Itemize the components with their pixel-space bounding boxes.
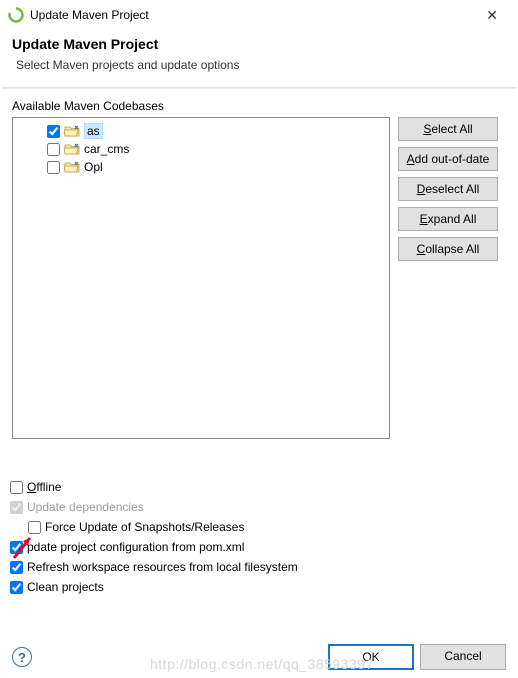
add-out-of-date-button[interactable]: Add out-of-date — [398, 147, 498, 171]
main-content: Available Maven Codebases as car_cms Opl… — [0, 89, 518, 439]
clean-checkbox[interactable] — [10, 581, 23, 594]
project-checkbox-opl[interactable] — [47, 161, 60, 174]
force-update-checkbox-row[interactable]: Force Update of Snapshots/Releases — [10, 517, 506, 537]
project-label: as — [84, 123, 103, 139]
project-label: car_cms — [84, 142, 129, 156]
project-label: Opl — [84, 160, 103, 174]
update-deps-label: Update dependencies — [27, 500, 144, 514]
project-checkbox-car-cms[interactable] — [47, 143, 60, 156]
update-config-checkbox-row[interactable]: pdate project configuration from pom.xml — [10, 537, 506, 557]
update-deps-checkbox — [10, 501, 23, 514]
cancel-button[interactable]: Cancel — [420, 644, 506, 670]
header: Update Maven Project Select Maven projec… — [0, 30, 518, 87]
offline-label: Offline — [27, 480, 61, 494]
help-icon[interactable]: ? — [12, 647, 32, 667]
refresh-label: Refresh workspace resources from local f… — [27, 560, 298, 574]
collapse-all-button[interactable]: Collapse All — [398, 237, 498, 261]
folder-icon — [64, 124, 80, 138]
close-icon[interactable]: ✕ — [476, 5, 508, 26]
deselect-all-button[interactable]: Deselect All — [398, 177, 498, 201]
project-checkbox-as[interactable] — [47, 125, 60, 138]
update-config-label: pdate project configuration from pom.xml — [27, 540, 244, 554]
refresh-checkbox-row[interactable]: Refresh workspace resources from local f… — [10, 557, 506, 577]
app-icon — [8, 7, 24, 23]
offline-checkbox[interactable] — [10, 481, 23, 494]
folder-icon — [64, 160, 80, 174]
page-title: Update Maven Project — [12, 36, 506, 52]
offline-checkbox-row[interactable]: Offline — [10, 477, 506, 497]
force-update-label: Force Update of Snapshots/Releases — [45, 520, 244, 534]
update-config-checkbox[interactable] — [10, 541, 23, 554]
expand-all-button[interactable]: Expand All — [398, 207, 498, 231]
titlebar-text: Update Maven Project — [30, 8, 476, 22]
folder-icon — [64, 142, 80, 156]
titlebar: Update Maven Project ✕ — [0, 0, 518, 30]
clean-checkbox-row[interactable]: Clean projects — [10, 577, 506, 597]
update-deps-checkbox-row: Update dependencies — [10, 497, 506, 517]
button-column: Select All Add out-of-date Deselect All … — [398, 117, 498, 261]
select-all-button[interactable]: Select All — [398, 117, 498, 141]
force-update-checkbox[interactable] — [28, 521, 41, 534]
project-tree[interactable]: as car_cms Opl — [12, 117, 390, 439]
options-section: Offline Update dependencies Force Update… — [0, 439, 518, 603]
clean-label: Clean projects — [27, 580, 104, 594]
project-item-car-cms[interactable]: car_cms — [15, 140, 387, 158]
ok-button[interactable]: OK — [328, 644, 414, 670]
codebases-label: Available Maven Codebases — [12, 99, 506, 113]
project-item-as[interactable]: as — [15, 122, 387, 140]
project-item-opl[interactable]: Opl — [15, 158, 387, 176]
footer: ? OK Cancel — [0, 644, 518, 670]
refresh-checkbox[interactable] — [10, 561, 23, 574]
page-subtitle: Select Maven projects and update options — [12, 58, 506, 72]
